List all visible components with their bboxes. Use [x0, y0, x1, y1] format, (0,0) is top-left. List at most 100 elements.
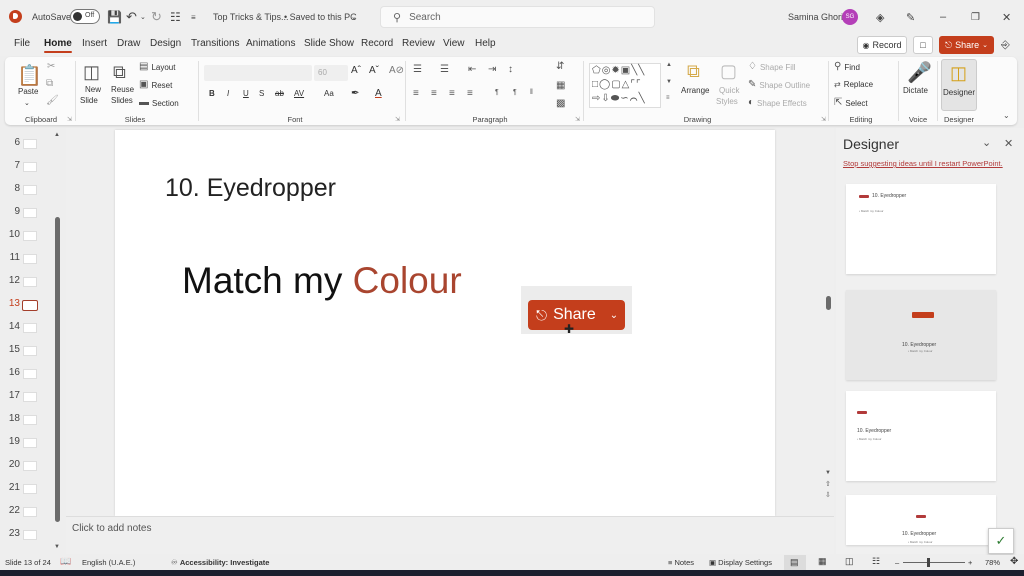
slide-thumbnail-image[interactable]	[23, 392, 37, 402]
restore-icon[interactable]: ❐	[971, 0, 980, 34]
cut-icon[interactable]: ✂	[47, 62, 55, 72]
minimize-icon[interactable]: –	[940, 0, 946, 34]
font-launcher-icon[interactable]: ⇲	[395, 116, 400, 123]
shapes-gallery[interactable]: ⬠◎✹▣╲╲ □◯▢△⌜⌜ ⇨⇩⬬∽⌒╲	[589, 63, 661, 108]
reset-button[interactable]: ▣ Reset	[139, 80, 172, 90]
shape-effects-button[interactable]: ◐ Shape Effects	[748, 98, 807, 108]
slide-title[interactable]: 10. Eyedropper	[165, 174, 336, 203]
slide-thumbnail-16[interactable]: 16	[0, 364, 60, 384]
quick-styles-button[interactable]: Quick	[719, 86, 739, 95]
collapse-ribbon-icon[interactable]: ⌄	[1003, 112, 1010, 120]
tab-help[interactable]: Help	[475, 38, 496, 49]
undo-dropdown-icon[interactable]: ⌄	[140, 0, 146, 34]
avatar[interactable]: SG	[842, 9, 858, 25]
design-idea-card[interactable]: 10. Eyedropper • Match my Colour	[846, 391, 996, 481]
tab-animations[interactable]: Animations	[246, 38, 295, 49]
paste-icon[interactable]: 📋	[17, 63, 42, 87]
copy-icon[interactable]: ⧉	[46, 79, 53, 89]
numbering-icon[interactable]: ☰	[440, 65, 449, 75]
stop-suggesting-link[interactable]: Stop suggesting ideas until I restart Po…	[843, 159, 1003, 168]
thumbnails-scrollbar[interactable]: ▲ ▼	[54, 132, 61, 552]
slide-thumbnail-9[interactable]: 9	[0, 203, 60, 223]
drawing-launcher-icon[interactable]: ⇲	[821, 116, 826, 123]
clear-formatting-icon[interactable]: A⊘	[389, 65, 404, 76]
underline-button[interactable]: U	[243, 89, 249, 98]
spelling-check-icon[interactable]: 📖	[60, 556, 71, 567]
increase-indent-icon[interactable]: ⇥	[488, 65, 496, 75]
fit-to-window-icon[interactable]: ✥	[1010, 556, 1018, 567]
ltr-icon[interactable]: ¶	[495, 89, 499, 96]
undo-icon[interactable]: ↶	[126, 0, 137, 34]
notes-pane[interactable]: Click to add notes	[66, 516, 834, 554]
design-idea-card[interactable]: 10. Eyedropper • Match my Colour	[846, 290, 996, 380]
justify-icon[interactable]: ≡	[467, 89, 473, 99]
designer-options-chevron-icon[interactable]: ⌄	[982, 136, 991, 149]
section-button[interactable]: ▬ Section	[139, 98, 179, 108]
slide-thumbnail-22[interactable]: 22	[0, 502, 60, 522]
slide-thumbnail-20[interactable]: 20	[0, 456, 60, 476]
zoom-level[interactable]: 78%	[985, 558, 1000, 567]
slide-scrollbar[interactable]: ▼ ⇧ ⇩	[824, 130, 834, 516]
scroll-up-icon[interactable]: ▲	[54, 132, 60, 138]
slide-thumbnail-18[interactable]: 18	[0, 410, 60, 430]
slide-thumbnail-21[interactable]: 21	[0, 479, 60, 499]
document-title[interactable]: Top Tricks & Tips...	[213, 0, 289, 34]
paste-dropdown-icon[interactable]: ⌄	[24, 99, 30, 107]
bullets-icon[interactable]: ☰	[413, 65, 422, 75]
arrange-icon[interactable]: ⧉	[687, 61, 711, 83]
zoom-in-button[interactable]: +	[968, 558, 972, 567]
slide-thumbnail-image[interactable]	[23, 484, 37, 494]
decrease-font-icon[interactable]: Aˇ	[369, 65, 379, 76]
user-name[interactable]: Samina Ghori	[788, 0, 843, 34]
search-box[interactable]: ⚲ Search	[380, 6, 655, 28]
coauthor-icon[interactable]: ⎆	[1001, 34, 1010, 56]
align-right-icon[interactable]: ≡	[449, 89, 455, 99]
align-text-icon[interactable]: ▦	[556, 81, 565, 91]
decrease-indent-icon[interactable]: ⇤	[468, 65, 476, 75]
tab-file[interactable]: File	[14, 38, 30, 49]
slide-thumbnail-12[interactable]: 12	[0, 272, 60, 292]
tab-view[interactable]: View	[443, 38, 465, 49]
zoom-out-button[interactable]: –	[895, 558, 899, 567]
accessibility-status[interactable]: ♾ Accessibility: Investigate	[171, 558, 269, 567]
shape-fill-button[interactable]: ♢ Shape Fill	[748, 62, 796, 72]
slide[interactable]: 10. Eyedropper Match my Colour ⎋ Share ⌄	[115, 130, 775, 516]
gallery-down-icon[interactable]: ▼	[666, 79, 672, 85]
change-case-button[interactable]: Aa	[324, 89, 334, 98]
format-painter-icon[interactable]: 🖌	[46, 96, 59, 106]
increase-font-icon[interactable]: Aˆ	[351, 65, 361, 76]
slideshow-view-icon[interactable]: ☷	[872, 556, 880, 567]
zoom-slider-track[interactable]	[903, 562, 965, 563]
slide-thumbnail-image[interactable]	[23, 438, 37, 448]
slide-thumbnail-image[interactable]	[23, 162, 37, 172]
language[interactable]: English (U.A.E.)	[82, 558, 135, 567]
slide-thumbnail-14[interactable]: 14	[0, 318, 60, 338]
previous-slide-icon[interactable]: ⇧	[825, 480, 831, 488]
slide-scrollbar-thumb[interactable]	[826, 296, 831, 310]
new-slide-dropdown[interactable]: Slide	[80, 96, 98, 105]
font-color-icon[interactable]: A	[375, 88, 382, 99]
slide-thumbnail-image[interactable]	[22, 300, 38, 311]
pen-icon[interactable]: ✎	[906, 0, 915, 34]
slide-thumbnail-image[interactable]	[23, 254, 37, 264]
quick-styles-icon[interactable]: ▢	[720, 61, 744, 83]
rtl-icon[interactable]: ¶	[513, 89, 517, 96]
display-settings-button[interactable]: ▣ Display Settings	[709, 558, 772, 567]
slide-thumbnail-7[interactable]: 7	[0, 157, 60, 177]
slide-thumbnail-image[interactable]	[23, 346, 37, 356]
reading-view-icon[interactable]: ◫	[845, 556, 854, 567]
comments-button[interactable]: □	[913, 36, 933, 54]
tab-design[interactable]: Design	[150, 38, 181, 49]
notes-placeholder[interactable]: Click to add notes	[72, 523, 152, 534]
tab-draw[interactable]: Draw	[117, 38, 140, 49]
shadow-button[interactable]: S	[259, 89, 264, 98]
slide-thumbnail-image[interactable]	[23, 185, 37, 195]
designer-close-icon[interactable]: ✕	[1004, 137, 1013, 150]
text-direction-icon[interactable]: ⇵	[556, 62, 564, 72]
zoom-slider-thumb[interactable]	[927, 558, 930, 567]
notes-toggle[interactable]: ≡ Notes	[668, 558, 694, 567]
slide-thumbnail-6[interactable]: 6	[0, 134, 60, 154]
slide-thumbnail-image[interactable]	[23, 415, 37, 425]
slide-sorter-icon[interactable]: ▦	[818, 556, 827, 567]
gallery-up-icon[interactable]: ▲	[666, 62, 672, 68]
